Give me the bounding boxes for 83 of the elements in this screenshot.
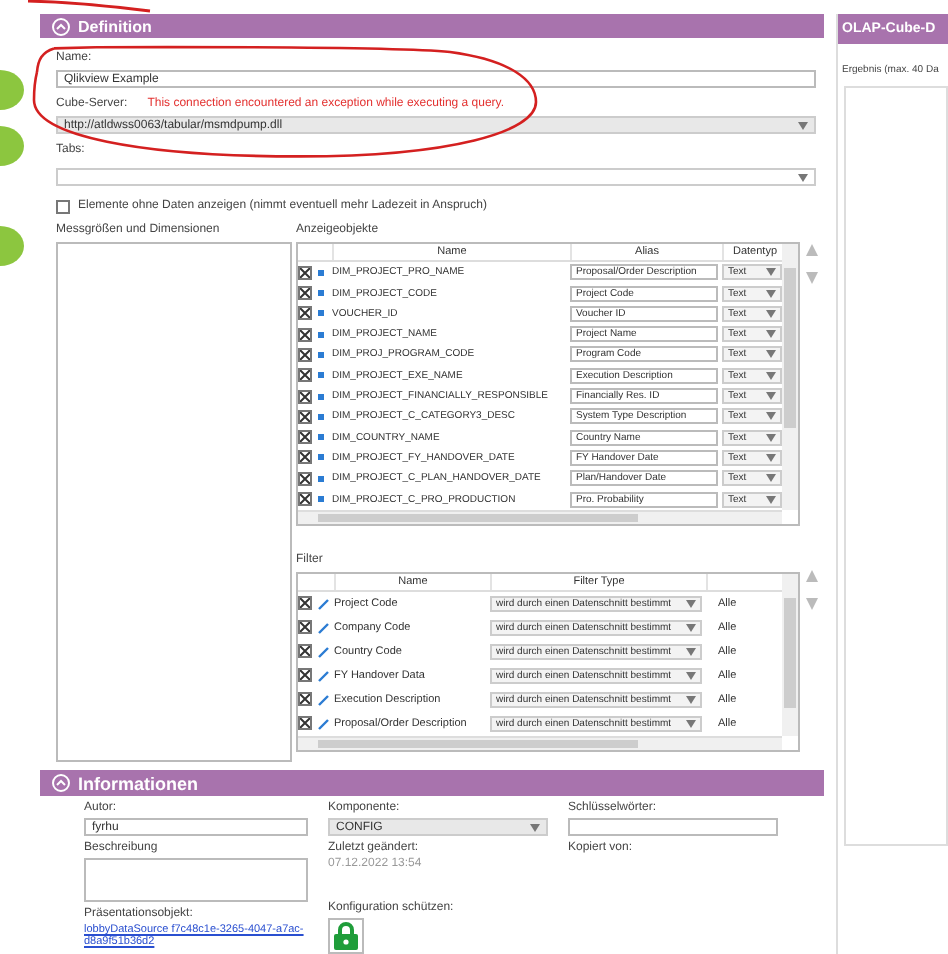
field-icon bbox=[318, 351, 324, 358]
cross-icon bbox=[300, 694, 310, 705]
collapse-icon[interactable] bbox=[52, 774, 70, 793]
lock-button[interactable] bbox=[328, 918, 364, 954]
caret-icon bbox=[766, 495, 776, 503]
caret-icon bbox=[766, 268, 776, 277]
checkbox[interactable] bbox=[298, 644, 312, 659]
annotation-stroke bbox=[27, 0, 151, 13]
lock-icon bbox=[332, 922, 360, 950]
checkbox[interactable] bbox=[298, 430, 312, 445]
description-field[interactable] bbox=[84, 858, 308, 902]
cross-icon bbox=[300, 329, 310, 340]
checkbox[interactable] bbox=[298, 620, 312, 635]
collapse-icon[interactable] bbox=[52, 17, 70, 36]
keywords-field[interactable] bbox=[568, 818, 778, 836]
checkbox[interactable] bbox=[56, 200, 70, 215]
caret-icon bbox=[766, 371, 776, 380]
caret-icon bbox=[766, 474, 776, 483]
field-icon bbox=[318, 269, 324, 276]
checkbox[interactable] bbox=[298, 286, 312, 301]
caret-icon bbox=[530, 823, 540, 831]
field-icon bbox=[318, 434, 324, 441]
checkbox[interactable] bbox=[298, 668, 312, 683]
cross-icon bbox=[300, 718, 310, 729]
checkbox[interactable] bbox=[298, 347, 312, 362]
caret-icon bbox=[766, 330, 776, 339]
caret-icon bbox=[686, 719, 696, 728]
field-icon bbox=[318, 331, 324, 338]
cross-icon bbox=[300, 452, 310, 463]
caret-icon bbox=[766, 289, 776, 298]
caret-icon bbox=[686, 695, 696, 704]
cross-icon bbox=[300, 432, 310, 443]
caret-icon bbox=[686, 599, 696, 608]
field-icon bbox=[318, 393, 324, 400]
field-icon bbox=[318, 310, 324, 317]
caret-icon bbox=[766, 433, 776, 442]
cross-icon bbox=[300, 391, 310, 402]
caret-icon bbox=[766, 309, 776, 318]
checkbox[interactable] bbox=[298, 389, 312, 404]
checkbox[interactable] bbox=[298, 596, 312, 611]
caret-icon bbox=[766, 350, 776, 359]
checkbox[interactable] bbox=[298, 471, 312, 486]
caret-icon bbox=[798, 121, 808, 130]
checkbox[interactable] bbox=[298, 492, 312, 506]
field-icon bbox=[318, 290, 324, 297]
cross-icon bbox=[300, 622, 310, 633]
caret-icon bbox=[798, 173, 808, 182]
caret-icon bbox=[686, 671, 696, 680]
caret-icon bbox=[766, 412, 776, 421]
cross-icon bbox=[300, 288, 310, 299]
checkbox[interactable] bbox=[298, 327, 312, 342]
checkbox[interactable] bbox=[298, 692, 312, 707]
cross-icon bbox=[300, 308, 310, 319]
field-icon bbox=[318, 454, 324, 461]
field-icon bbox=[318, 372, 324, 379]
caret-icon bbox=[766, 453, 776, 462]
checkbox[interactable] bbox=[298, 368, 312, 383]
field-icon bbox=[318, 475, 324, 482]
cross-icon bbox=[300, 670, 310, 681]
checkbox[interactable] bbox=[298, 716, 312, 731]
checkbox[interactable] bbox=[298, 306, 312, 321]
caret-icon bbox=[686, 623, 696, 632]
field-icon bbox=[318, 496, 324, 502]
checkbox[interactable] bbox=[298, 409, 312, 424]
cross-icon bbox=[300, 646, 310, 657]
cross-icon bbox=[300, 494, 310, 504]
field-icon bbox=[318, 413, 324, 420]
scrollbar[interactable] bbox=[782, 573, 798, 736]
cross-icon bbox=[300, 411, 310, 422]
scrollbar[interactable] bbox=[298, 509, 782, 524]
section-title: Definition bbox=[78, 17, 152, 36]
cross-icon bbox=[300, 267, 310, 278]
scrollbar[interactable] bbox=[782, 244, 798, 510]
checkbox[interactable] bbox=[298, 265, 312, 280]
cross-icon bbox=[300, 473, 310, 484]
cross-icon bbox=[300, 349, 310, 360]
cross-icon bbox=[300, 598, 310, 609]
checkbox[interactable] bbox=[298, 450, 312, 465]
caret-icon bbox=[766, 392, 776, 401]
section-title: Informationen bbox=[78, 773, 198, 794]
scrollbar[interactable] bbox=[298, 735, 782, 750]
cross-icon bbox=[300, 370, 310, 381]
caret-icon bbox=[686, 647, 696, 656]
